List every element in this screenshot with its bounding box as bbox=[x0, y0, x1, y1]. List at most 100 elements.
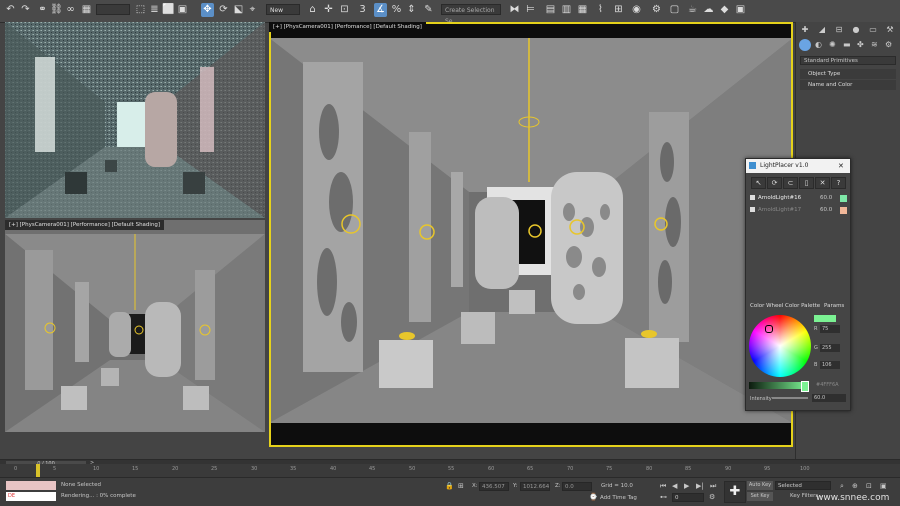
align-icon[interactable]: ⊨ bbox=[524, 3, 537, 17]
motion-tab-icon[interactable]: ● bbox=[850, 24, 862, 36]
value-gradient-slider[interactable] bbox=[749, 382, 807, 389]
lock-selection-icon[interactable]: 🔒 bbox=[445, 482, 454, 490]
light-list-item[interactable]: ArnoldLight#16 60.0 bbox=[748, 193, 848, 203]
hierarchy-tab-icon[interactable]: ⊟ bbox=[833, 24, 845, 36]
curve-editor-icon[interactable]: ⌇ bbox=[594, 3, 607, 17]
render-frame-icon[interactable]: ▢ bbox=[668, 3, 681, 17]
schematic-icon[interactable]: ⊞ bbox=[612, 3, 625, 17]
select-manipulate-icon[interactable]: ✛ bbox=[322, 3, 335, 17]
viewport-label-main[interactable]: [+] [PhysCamera001] [Perfomance] [Defaul… bbox=[269, 22, 426, 32]
unlink-icon[interactable]: ⛓ bbox=[50, 3, 63, 17]
move-icon[interactable]: ✥ bbox=[201, 3, 214, 17]
render-preview-viewport[interactable] bbox=[5, 22, 265, 218]
tab-color-palette[interactable]: Color Palette bbox=[785, 303, 820, 309]
maxscript-input[interactable]: DE bbox=[6, 492, 56, 501]
r-spinner[interactable]: 75 bbox=[820, 325, 840, 333]
add-time-tag[interactable]: Add Time Tag bbox=[600, 495, 637, 501]
light-checkbox[interactable] bbox=[750, 207, 755, 212]
current-frame-marker[interactable] bbox=[36, 464, 40, 477]
render-cloud-icon[interactable]: ▣ bbox=[734, 3, 747, 17]
geometry-icon[interactable] bbox=[799, 39, 811, 51]
set-key-icon[interactable]: ✚ bbox=[724, 481, 746, 503]
angle-snap-icon[interactable]: ∡ bbox=[374, 3, 387, 17]
render-production-icon[interactable]: ☕ bbox=[686, 3, 699, 17]
delete-icon[interactable]: ▯ bbox=[799, 177, 814, 189]
absolute-mode-icon[interactable]: ⊞ bbox=[458, 482, 464, 490]
light-color-swatch[interactable] bbox=[840, 195, 847, 202]
hex-value[interactable]: #4FFF6A bbox=[816, 382, 839, 388]
primitive-type-dropdown[interactable]: Standard Primitives bbox=[800, 56, 896, 65]
workspace-dropdown[interactable]: New bbox=[266, 4, 300, 15]
time-config-icon[interactable]: ⚙ bbox=[709, 493, 715, 501]
light-color-swatch[interactable] bbox=[840, 207, 847, 214]
camera-viewport-small[interactable]: [+] [PhysCamera001] [Performance] [Defau… bbox=[5, 220, 265, 432]
snap-icon[interactable]: 3 bbox=[356, 3, 369, 17]
time-tag-icon[interactable]: ⌚ bbox=[589, 493, 598, 501]
link-light-icon[interactable]: ⊂ bbox=[783, 177, 798, 189]
percent-snap-icon[interactable]: % bbox=[390, 3, 403, 17]
place-icon[interactable]: ⌖ bbox=[246, 3, 259, 17]
light-checkbox[interactable] bbox=[750, 195, 755, 200]
undo-icon[interactable]: ↶ bbox=[4, 3, 17, 17]
camera-viewport-main[interactable]: [+] [PhysCamera001] [Perfomance] [Defaul… bbox=[269, 22, 793, 447]
selection-set-field[interactable]: Create Selection Se bbox=[441, 4, 501, 25]
maxscript-listener[interactable] bbox=[6, 481, 56, 490]
space-warps-icon[interactable]: ≋ bbox=[871, 40, 878, 49]
rotate-icon[interactable]: ⟳ bbox=[217, 3, 230, 17]
g-spinner[interactable]: 255 bbox=[820, 344, 840, 352]
viewport-label-small[interactable]: [+] [PhysCamera001] [Performance] [Defau… bbox=[5, 220, 165, 230]
display-tab-icon[interactable]: ▭ bbox=[867, 24, 879, 36]
help-icon[interactable]: ? bbox=[831, 177, 846, 189]
zoom-icon[interactable]: ⌕ bbox=[840, 482, 844, 491]
spinner-snap-icon[interactable]: ⇕ bbox=[405, 3, 418, 17]
y-coordinate-field[interactable]: 1012.664 bbox=[520, 482, 550, 491]
zoom-extents-icon[interactable]: ⊡ bbox=[866, 482, 872, 490]
rollout-name-and-color[interactable]: Name and Color bbox=[800, 80, 896, 90]
maximize-viewport-icon[interactable]: ▣ bbox=[880, 482, 887, 490]
z-coordinate-field[interactable]: 0.0 bbox=[562, 482, 592, 491]
render-setup-icon[interactable]: ⚙ bbox=[650, 3, 663, 17]
systems-icon[interactable]: ⚙ bbox=[885, 40, 892, 49]
key-mode-icon[interactable]: ⊷ bbox=[660, 493, 667, 501]
go-to-end-icon[interactable]: ⏭ bbox=[710, 482, 716, 491]
shapes-icon[interactable]: ◐ bbox=[815, 40, 822, 49]
intensity-slider[interactable] bbox=[772, 397, 808, 399]
b-spinner[interactable]: 106 bbox=[820, 361, 840, 369]
window-crossing-icon[interactable]: ▣ bbox=[176, 3, 189, 17]
cameras-icon[interactable]: ▬ bbox=[843, 40, 851, 49]
mirror-icon[interactable]: ⧓ bbox=[508, 3, 521, 17]
scene-explorer-icon[interactable]: ▥ bbox=[560, 3, 573, 17]
light-list-item[interactable]: ArnoldLight#17 60.0 bbox=[748, 205, 848, 215]
color-picker-handle[interactable] bbox=[765, 325, 773, 333]
create-tab-icon[interactable]: ✚ bbox=[799, 24, 811, 36]
remove-icon[interactable]: ✕ bbox=[815, 177, 830, 189]
next-frame-icon[interactable]: ▶| bbox=[696, 482, 704, 490]
helpers-icon[interactable]: ✤ bbox=[857, 40, 864, 49]
set-key-button[interactable]: Set Key bbox=[747, 492, 773, 501]
tab-params[interactable]: Params bbox=[824, 303, 844, 309]
previous-frame-icon[interactable]: ◀ bbox=[672, 482, 677, 490]
select-by-name-icon[interactable]: ≣ bbox=[148, 3, 161, 17]
lightplacer-titlebar[interactable]: LightPlacer v1.0 ✕ bbox=[746, 159, 850, 173]
go-to-start-icon[interactable]: ⏮ bbox=[660, 482, 666, 491]
redo-icon[interactable]: ↷ bbox=[19, 3, 32, 17]
current-frame-field[interactable]: 0 bbox=[672, 493, 704, 502]
region-select-icon[interactable]: ⬜ bbox=[162, 3, 175, 17]
x-coordinate-field[interactable]: 436.507 bbox=[479, 482, 509, 491]
auto-key-button[interactable]: Auto Key bbox=[747, 481, 773, 490]
link-icon[interactable]: ⚭ bbox=[36, 3, 49, 17]
rollout-object-type[interactable]: Object Type bbox=[800, 69, 896, 79]
filter-icon[interactable]: ▦ bbox=[80, 3, 93, 17]
refresh-icon[interactable]: ⟳ bbox=[767, 177, 782, 189]
intensity-field[interactable]: 60.0 bbox=[812, 394, 846, 402]
selection-filter-dropdown[interactable] bbox=[96, 4, 130, 15]
place-light-icon[interactable]: ↖ bbox=[751, 177, 766, 189]
layer-icon[interactable]: ▤ bbox=[544, 3, 557, 17]
value-slider-handle[interactable] bbox=[801, 381, 809, 392]
utilities-tab-icon[interactable]: ⚒ bbox=[884, 24, 896, 36]
close-icon[interactable]: ✕ bbox=[838, 159, 844, 173]
keyboard-shortcut-icon[interactable]: ⊡ bbox=[338, 3, 351, 17]
bind-icon[interactable]: ∞ bbox=[64, 3, 77, 17]
toggle-ribbon-icon[interactable]: ▦ bbox=[576, 3, 589, 17]
render-icon[interactable]: ◆ bbox=[718, 3, 731, 17]
